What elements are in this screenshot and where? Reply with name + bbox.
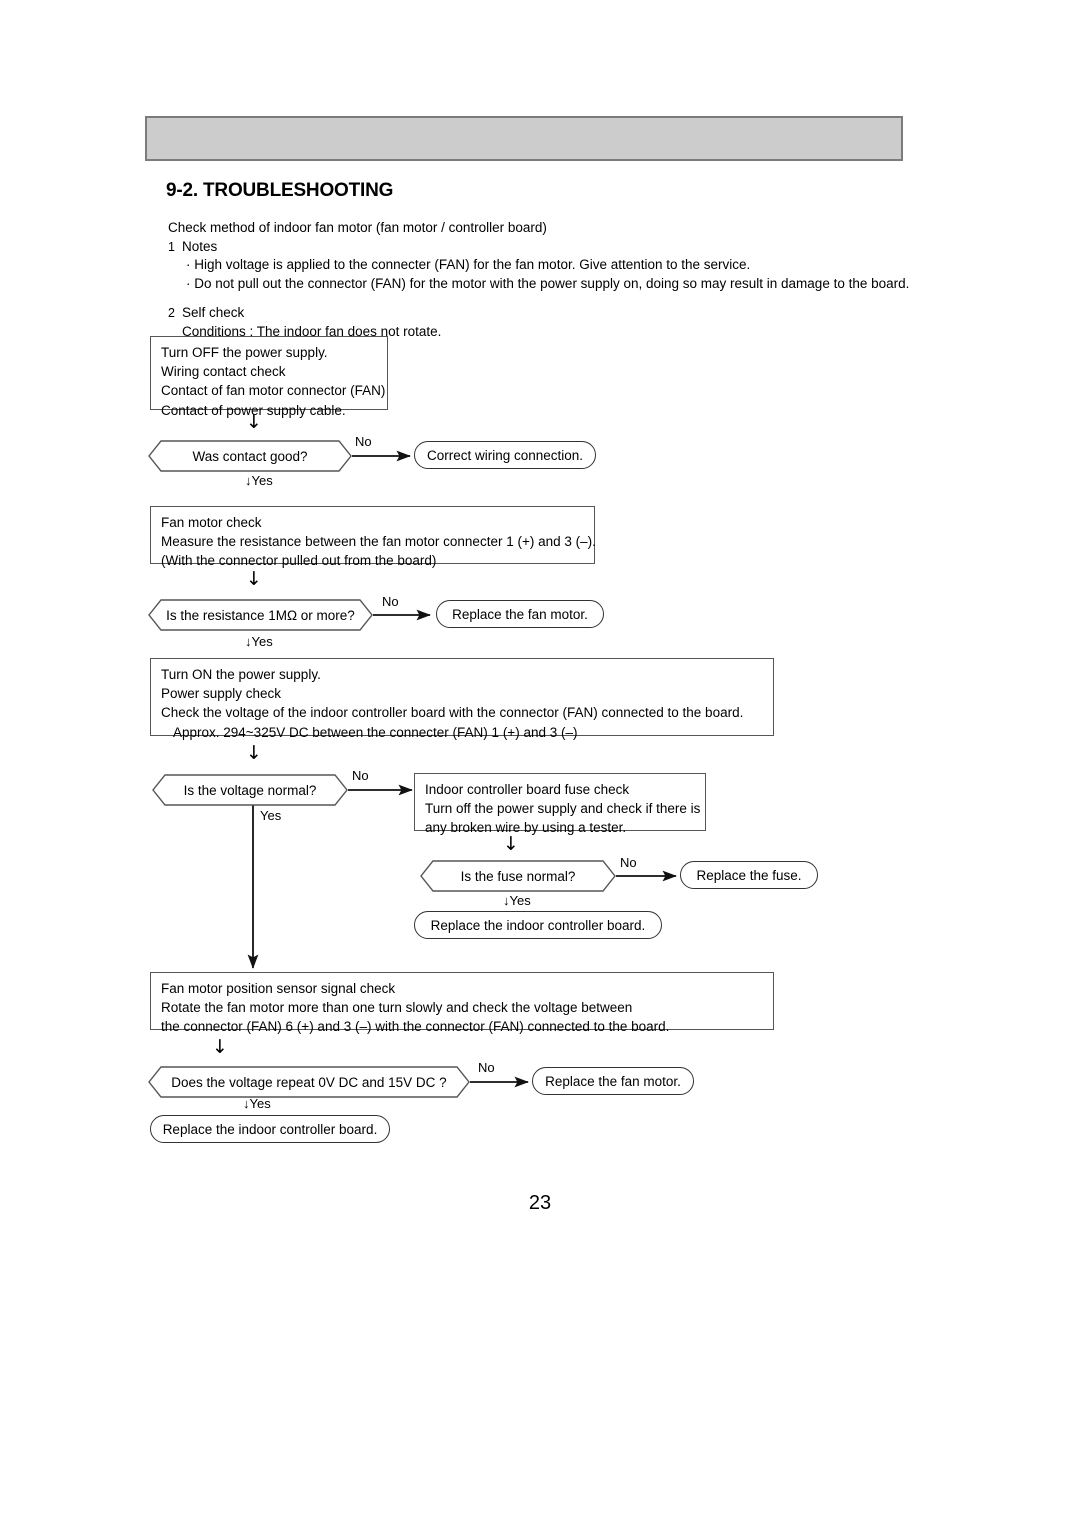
decision-was-contact-good: Was contact good?	[148, 440, 352, 472]
step-line: any broken wire by using a tester.	[425, 820, 627, 836]
step-line: Wiring contact check	[161, 364, 286, 380]
branch-label-no: No	[352, 768, 369, 783]
decision-fuse-normal: Is the fuse normal?	[420, 860, 616, 892]
arrow-down-icon: ↓	[246, 411, 262, 433]
yes-text: Yes	[251, 634, 273, 649]
document-page: 9-2. TROUBLESHOOTING Check method of ind…	[0, 0, 1080, 1531]
step-box-position-sensor: Fan motor position sensor signal check R…	[150, 972, 774, 1034]
terminal-label: Replace the indoor controller board.	[162, 1121, 378, 1137]
arrow-down-icon: ↓	[503, 833, 519, 855]
decision-label: Is the voltage normal?	[183, 782, 317, 798]
page-number: 23	[528, 1192, 552, 1214]
step-box-fan-motor-check: Fan motor check Measure the resistance b…	[150, 506, 596, 568]
flowchart-connectors	[247, 450, 677, 1088]
step-line: Turn OFF the power supply.	[161, 345, 328, 360]
step-line: Fan motor check	[161, 515, 262, 530]
decision-resistance: Is the resistance 1MΩ or more?	[148, 599, 373, 631]
decision-voltage-repeat: Does the voltage repeat 0V DC and 15V DC…	[148, 1066, 470, 1098]
yes-text: Yes	[249, 1096, 271, 1111]
step-line: Check the voltage of the indoor controll…	[161, 705, 744, 721]
step-line: Turn ON the power supply.	[161, 667, 321, 682]
step-line: Turn off the power supply and check if t…	[425, 801, 701, 817]
branch-label-no: No	[620, 855, 637, 870]
step-line: Power supply check	[161, 686, 282, 702]
step-line: Contact of fan motor connector (FAN)	[161, 383, 386, 399]
step-box-fuse-check: Indoor controller board fuse check Turn …	[414, 773, 706, 835]
branch-label-yes: Yes	[260, 808, 282, 823]
step-line: Approx. 294~325V DC between the connecte…	[173, 724, 578, 740]
decision-label: Does the voltage repeat 0V DC and 15V DC…	[171, 1074, 447, 1090]
decision-label: Was contact good?	[192, 448, 308, 464]
branch-label-yes: ↓Yes	[503, 893, 531, 908]
branch-label-no: No	[382, 594, 399, 609]
terminal-label: Replace the fuse.	[696, 867, 802, 883]
terminal-correct-wiring: Correct wiring connection.	[414, 441, 596, 469]
step-box-power-off: Turn OFF the power supply. Wiring contac…	[150, 336, 388, 418]
step-line: Rotate the fan motor more than one turn …	[161, 1000, 633, 1016]
terminal-replace-board-2: Replace the indoor controller board.	[150, 1115, 390, 1143]
branch-label-no: No	[478, 1060, 495, 1075]
step-line: Indoor controller board fuse check	[425, 782, 630, 797]
terminal-label: Replace the fan motor.	[452, 606, 588, 622]
decision-label: Is the fuse normal?	[460, 868, 576, 884]
yes-text: Yes	[509, 893, 531, 908]
branch-label-yes: ↓Yes	[245, 634, 273, 649]
arrow-down-icon: ↓	[246, 742, 262, 764]
step-box-power-on: Turn ON the power supply. Power supply c…	[150, 658, 774, 740]
terminal-replace-fan-motor-2: Replace the fan motor.	[532, 1067, 694, 1095]
step-line: (With the connector pulled out from the …	[161, 553, 437, 569]
terminal-replace-board-1: Replace the indoor controller board.	[414, 911, 662, 939]
decision-voltage-normal: Is the voltage normal?	[152, 774, 348, 806]
branch-label-no: No	[355, 434, 372, 449]
terminal-label: Replace the fan motor.	[545, 1073, 681, 1089]
step-line: the connector (FAN) 6 (+) and 3 (–) with…	[161, 1019, 670, 1035]
branch-label-yes: ↓Yes	[243, 1096, 271, 1111]
yes-text: Yes	[251, 473, 273, 488]
terminal-replace-fan-motor-1: Replace the fan motor.	[436, 600, 604, 628]
arrow-down-icon: ↓	[246, 568, 262, 590]
step-line: Contact of power supply cable.	[161, 402, 346, 418]
terminal-label: Correct wiring connection.	[426, 447, 584, 463]
decision-label: Is the resistance 1MΩ or more?	[166, 607, 355, 623]
terminal-label: Replace the indoor controller board.	[430, 917, 646, 933]
step-line: Measure the resistance between the fan m…	[161, 534, 596, 550]
arrow-down-icon: ↓	[212, 1036, 228, 1058]
branch-label-yes: ↓Yes	[245, 473, 273, 488]
terminal-replace-fuse: Replace the fuse.	[680, 861, 818, 889]
step-line: Fan motor position sensor signal check	[161, 981, 396, 996]
